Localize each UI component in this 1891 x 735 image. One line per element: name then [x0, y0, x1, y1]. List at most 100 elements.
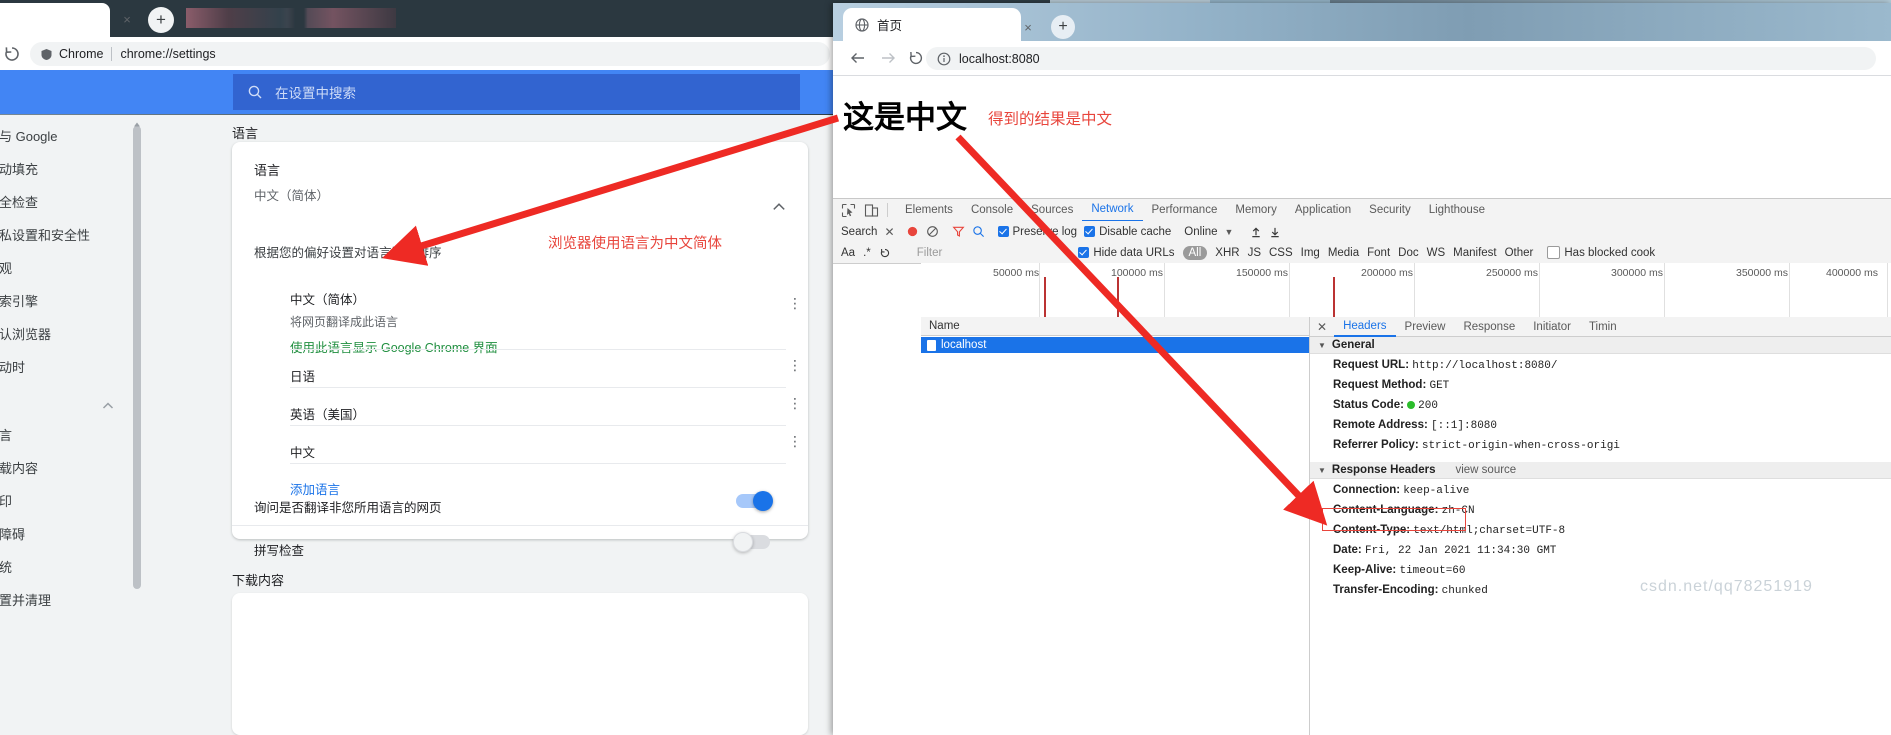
- spellcheck-toggle[interactable]: [733, 532, 770, 552]
- kebab-menu-icon[interactable]: ⋮: [788, 396, 802, 410]
- search-icon[interactable]: [972, 225, 985, 238]
- chrome-chip: Chrome: [40, 47, 103, 61]
- localhost-tab[interactable]: 首页: [843, 8, 1021, 41]
- sidebar-item-you-and-google[interactable]: 您与 Google: [0, 126, 58, 145]
- kebab-menu-icon[interactable]: ⋮: [788, 434, 802, 448]
- close-tab-icon[interactable]: ×: [120, 13, 134, 27]
- filter-type-js[interactable]: JS: [1248, 247, 1261, 259]
- language-row-zh[interactable]: 中文: [290, 425, 786, 468]
- close-tab-icon[interactable]: ×: [1021, 21, 1035, 35]
- checkbox-checked-icon: [1084, 226, 1096, 237]
- sidebar-item-privacy-security[interactable]: 隐私设置和安全性: [0, 225, 90, 244]
- reload-icon[interactable]: [2, 44, 22, 64]
- translate-prompt-toggle[interactable]: [736, 491, 773, 511]
- detail-tab-initiator[interactable]: Initiator: [1524, 318, 1580, 336]
- general-section-header[interactable]: ▼ General: [1310, 337, 1891, 354]
- devtools-tab-sources[interactable]: Sources: [1022, 200, 1082, 221]
- filter-type-all[interactable]: All: [1182, 245, 1208, 260]
- sidebar-item-default-browser[interactable]: 默认浏览器: [0, 324, 51, 343]
- language-row-zh-hans[interactable]: 中文（简体） 将网页翻译成此语言 使用此语言显示 Google Chrome 界…: [290, 275, 786, 356]
- kebab-menu-icon[interactable]: ⋮: [788, 358, 802, 372]
- sidebar-item-printing[interactable]: 打印: [0, 491, 12, 510]
- import-arrow-icon[interactable]: [1250, 226, 1262, 238]
- devtools-tab-security[interactable]: Security: [1360, 200, 1420, 221]
- chevron-up-icon[interactable]: [770, 198, 788, 216]
- detail-tab-timing[interactable]: Timin: [1580, 318, 1626, 336]
- preserve-log-checkbox[interactable]: Preserve log: [997, 226, 1077, 238]
- arrow-left-icon[interactable]: [849, 49, 867, 67]
- sidebar-item-reset-cleanup[interactable]: 重置并清理: [0, 590, 51, 609]
- sidebar-collapse-chevron-up-icon[interactable]: [100, 398, 116, 414]
- sidebar-item-system[interactable]: 系统: [0, 557, 12, 576]
- scrollbar-up-arrow-icon[interactable]: [133, 116, 141, 127]
- regex-button[interactable]: .*: [863, 247, 871, 259]
- filter-type-doc[interactable]: Doc: [1398, 247, 1418, 259]
- sidebar-item-search-engine[interactable]: 搜索引擎: [0, 291, 38, 310]
- export-arrow-icon[interactable]: [1269, 226, 1281, 238]
- hide-data-urls-checkbox[interactable]: Hide data URLs: [1078, 247, 1175, 259]
- clear-search-icon[interactable]: ✕: [884, 225, 894, 239]
- network-search-button[interactable]: Search: [841, 226, 877, 238]
- add-language-link[interactable]: 添加语言: [290, 463, 786, 498]
- filter-type-ws[interactable]: WS: [1427, 247, 1446, 259]
- reload-icon[interactable]: [907, 49, 925, 67]
- filter-type-img[interactable]: Img: [1301, 247, 1320, 259]
- language-row-en-us[interactable]: 英语（美国）: [290, 387, 786, 430]
- close-icon[interactable]: ✕: [1317, 320, 1327, 334]
- filter-type-css[interactable]: CSS: [1269, 247, 1293, 259]
- devtools-tab-memory[interactable]: Memory: [1226, 200, 1286, 221]
- has-blocked-cookies-checkbox[interactable]: Has blocked cook: [1547, 246, 1655, 259]
- network-overview-timeline[interactable]: 50000 ms 100000 ms 150000 ms 200000 ms 2…: [921, 263, 1891, 318]
- sidebar-item-on-startup[interactable]: 启动时: [0, 357, 25, 376]
- cursor-inspect-icon[interactable]: [841, 203, 856, 218]
- sidebar-item-languages[interactable]: 语言: [0, 425, 12, 444]
- devtools-tab-elements[interactable]: Elements: [896, 200, 962, 221]
- filter-type-manifest[interactable]: Manifest: [1453, 247, 1496, 259]
- language-sub: 将网页翻译成此语言: [290, 315, 399, 329]
- settings-active-tab[interactable]: [0, 3, 110, 37]
- filter-type-media[interactable]: Media: [1328, 247, 1359, 259]
- sidebar-item-autofill[interactable]: 自动填充: [0, 159, 38, 178]
- detail-tab-headers[interactable]: Headers: [1334, 317, 1396, 337]
- settings-scrollbar-thumb[interactable]: [133, 126, 141, 589]
- no-entry-icon[interactable]: [926, 225, 939, 238]
- timeline-request-bar: [1044, 277, 1046, 317]
- table-row[interactable]: localhost: [921, 337, 1309, 353]
- sidebar-item-downloads[interactable]: 下载内容: [0, 458, 38, 477]
- disable-cache-checkbox[interactable]: Disable cache: [1084, 226, 1171, 238]
- localhost-omnibox[interactable]: localhost:8080: [926, 47, 1876, 70]
- detail-tab-response[interactable]: Response: [1454, 318, 1524, 336]
- device-toolbar-icon[interactable]: [864, 203, 879, 218]
- settings-search-box[interactable]: 在设置中搜索: [233, 74, 800, 110]
- sidebar-item-appearance[interactable]: 外观: [0, 258, 12, 277]
- view-source-link[interactable]: view source: [1455, 464, 1516, 476]
- throttle-select[interactable]: Online: [1184, 226, 1217, 238]
- filter-type-xhr[interactable]: XHR: [1215, 247, 1239, 259]
- arrow-right-icon[interactable]: [879, 49, 897, 67]
- filter-input[interactable]: Filter: [917, 247, 943, 259]
- chevron-down-icon[interactable]: ▼: [1225, 227, 1234, 237]
- shield-icon: [41, 48, 52, 60]
- reload-icon[interactable]: [879, 247, 891, 259]
- record-circle-icon[interactable]: [906, 225, 919, 238]
- background-tab-ghost[interactable]: [186, 8, 396, 28]
- content-language-highlight-box: [1322, 508, 1466, 531]
- devtools-tab-performance[interactable]: Performance: [1143, 200, 1227, 221]
- funnel-icon[interactable]: [951, 225, 965, 238]
- filter-type-font[interactable]: Font: [1367, 247, 1390, 259]
- language-row-ja[interactable]: 日语: [290, 349, 786, 392]
- devtools-tab-network[interactable]: Network: [1082, 199, 1143, 222]
- new-tab-button[interactable]: +: [148, 7, 174, 33]
- detail-tab-preview[interactable]: Preview: [1396, 318, 1455, 336]
- kebab-menu-icon[interactable]: ⋮: [788, 296, 802, 310]
- sidebar-item-accessibility[interactable]: 无障碍: [0, 524, 25, 543]
- devtools-tab-console[interactable]: Console: [962, 200, 1022, 221]
- settings-omnibox[interactable]: Chrome chrome://settings: [30, 42, 830, 66]
- devtools-tab-application[interactable]: Application: [1286, 200, 1360, 221]
- filter-type-other[interactable]: Other: [1505, 247, 1534, 259]
- new-tab-button[interactable]: +: [1051, 15, 1075, 39]
- sidebar-item-safety-check[interactable]: 安全检查: [0, 192, 38, 211]
- devtools-tab-lighthouse[interactable]: Lighthouse: [1420, 200, 1494, 221]
- response-headers-section-header[interactable]: ▼ Response Headers view source: [1310, 462, 1891, 479]
- match-case-button[interactable]: Aa: [841, 247, 855, 259]
